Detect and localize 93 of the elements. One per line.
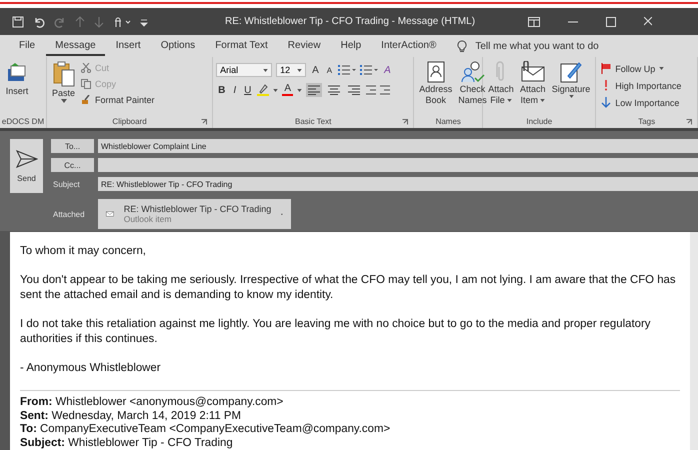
caret-icon[interactable] [297,88,302,92]
subject-field[interactable]: RE: Whistleblower Tip - CFO Trading [98,177,698,191]
group-label: Tags [638,117,656,126]
body-paragraph: You don't appear to be taking me seriously. Irrespective of what the CFO may tell you, I am not lying. I am aware that the CFO has sent the attached email and is demanding to know my identity. [20,273,677,303]
caret-icon [297,68,302,72]
follow-up-button[interactable]: Follow Up [599,61,684,76]
font-name-dropdown[interactable]: Arial [216,63,272,77]
font-size-dropdown[interactable]: 12 [276,63,306,77]
address-book-icon [426,61,446,83]
signature-pen-icon [560,61,582,83]
scissors-icon [81,63,92,73]
numbered-list-icon[interactable] [360,64,378,76]
grow-font-button[interactable]: A [310,64,321,76]
group-label: Names [436,117,461,126]
paperclip-icon [496,61,506,83]
caret-icon [568,95,574,98]
attachment-card[interactable]: RE: Whistleblower Tip - CFO Trading Outlook item [98,199,291,229]
align-center-button[interactable] [326,83,342,97]
copy-icon [81,79,92,89]
body-paragraph: To whom it may concern, [20,244,147,259]
clear-formatting-button[interactable]: A [382,64,393,76]
to-button[interactable]: To... [51,139,94,153]
dialog-launcher-icon[interactable] [686,119,692,125]
address-book-button[interactable]: Address Book [417,59,454,107]
header-line: To: CompanyExecutiveTeam <CompanyExecutiveTeam@company.com> [20,423,392,436]
lightbulb-icon [457,40,468,52]
header-line: Sent: Wednesday, March 14, 2019 2:11 PM [20,410,242,423]
maximize-icon[interactable] [606,16,616,26]
clipboard-icon [52,61,74,87]
caret-icon [540,98,546,102]
ribbon-tab[interactable]: Format Text [206,36,277,56]
underline-button[interactable]: U [242,84,254,96]
undo-icon[interactable] [33,16,45,28]
signature-button[interactable]: Signature [550,59,592,100]
indent-icon[interactable] [366,85,390,95]
dialog-launcher-icon[interactable] [201,119,208,125]
caret-icon [659,67,664,70]
low-importance-button[interactable]: Low Importance [599,95,684,110]
font-color-button[interactable]: A [282,84,294,96]
high-importance-button[interactable]: High Importance [599,78,684,93]
header-line: Subject: Whistleblower Tip - CFO Trading [20,436,234,450]
italic-button[interactable]: I [231,84,238,96]
attach-file-button[interactable]: Attach File [486,59,516,107]
group-label: Clipboard [112,117,147,126]
check-names-button[interactable]: Check Names [456,59,489,107]
tell-me-field[interactable]: Tell me what you want to do [469,38,682,54]
ribbon-display-icon[interactable] [528,16,540,26]
paintbrush-icon [81,95,92,105]
ribbon-tab[interactable]: Help [332,36,370,56]
send-button[interactable]: Send [10,139,43,193]
ribbon-tab[interactable]: InterAction® [372,36,446,56]
header-line: From: Whistleblower <anonymous@company.com> [20,396,284,410]
ribbon-tab[interactable]: File [10,36,44,56]
subject-label: Subject [52,180,81,188]
body-paragraph: I do not take this retaliation against me lightly. You are leaving me with no choice but to go to the media and proper regulatory authorities if this continues. [20,317,652,347]
align-left-button[interactable] [306,83,322,97]
ribbon-tab[interactable]: Insert [106,36,150,56]
ribbon-tab[interactable]: Options [152,36,204,56]
minimize-icon[interactable] [568,20,578,22]
paper-plane-icon [16,150,38,168]
paste-button[interactable]: Paste [50,59,78,105]
flag-icon [601,63,612,74]
touch-icon[interactable] [113,16,131,28]
bullet-list-icon[interactable] [338,64,356,76]
attachment-name: RE: Whistleblower Tip - CFO Trading [124,204,272,214]
to-field[interactable]: Whistleblower Complaint Line [98,139,698,153]
attach-item-button[interactable]: Attach Item [518,59,548,107]
caret-icon [506,98,512,102]
shrink-font-button[interactable]: A [324,66,334,74]
align-right-button[interactable] [346,83,362,97]
group-label: Include [526,117,552,126]
close-icon[interactable] [644,16,652,26]
down-arrow-icon [601,97,612,108]
caret-icon [60,99,66,103]
attached-label: Attached [52,210,86,218]
attachment-type: Outlook item [124,214,172,224]
group-label: eDOCS DM [3,116,43,128]
dialog-launcher-icon[interactable] [402,119,408,125]
window-title: RE: Whistleblower Tip - CFO Trading - Message (HTML) [224,16,476,27]
ribbon-tab[interactable]: Review [278,36,330,56]
body-paragraph: - Anonymous Whistleblower [20,361,162,376]
caret-icon [263,68,268,72]
format-painter-button[interactable]: Format Painter [79,93,157,107]
cc-button[interactable]: Cc... [51,158,94,172]
insert-button[interactable]: Insert [3,59,31,98]
highlighter-icon[interactable] [257,84,270,96]
bold-button[interactable]: B [216,84,228,96]
group-label: Basic Text [295,117,332,126]
caret-icon[interactable] [273,88,278,92]
save-icon[interactable] [12,16,24,28]
cc-field[interactable] [98,158,698,172]
envelope-clip-icon [520,61,546,83]
people-check-icon [460,61,485,83]
